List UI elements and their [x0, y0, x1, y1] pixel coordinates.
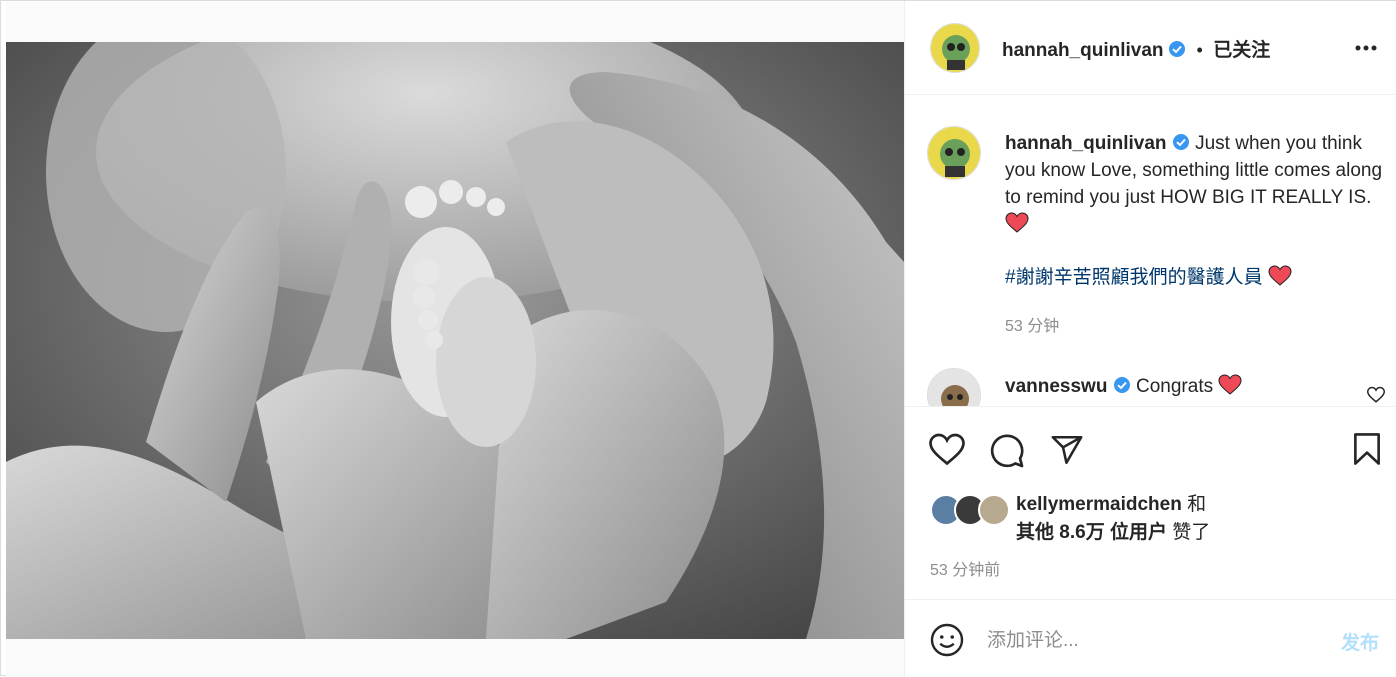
caption-author-username[interactable]: hannah_quinlivan — [1005, 133, 1167, 154]
caption-author-avatar[interactable] — [927, 126, 981, 180]
separator-dot: • — [1196, 40, 1203, 60]
header-author-line: hannah_quinlivan • 已关注 — [1002, 35, 1270, 62]
emoji-icon[interactable] — [929, 622, 965, 658]
send-icon[interactable] — [1049, 433, 1085, 467]
post-comment-button[interactable]: 发布 — [1341, 628, 1379, 655]
post-photo[interactable] — [6, 42, 904, 639]
liker-avatars[interactable] — [930, 494, 1010, 526]
comment-row: vannesswu Congrats — [1005, 374, 1242, 398]
post-timestamp[interactable]: 53 分钟前 — [930, 556, 1000, 580]
comment-like-heart-icon[interactable] — [1366, 386, 1386, 404]
more-horizontal-icon[interactable] — [1353, 35, 1379, 61]
baby-feet-hands-photo — [6, 42, 904, 639]
red-heart-icon — [1218, 374, 1242, 395]
red-heart-icon — [1005, 212, 1029, 233]
verified-badge-icon — [1172, 134, 1189, 150]
commenter-avatar[interactable] — [927, 368, 981, 406]
hashtag-link[interactable]: #謝謝辛苦照顧我們的醫護人員 — [1005, 267, 1263, 288]
verified-badge-icon — [1168, 41, 1185, 57]
post-caption: hannah_quinlivan Just when you think you… — [1005, 130, 1390, 291]
following-button[interactable]: 已关注 — [1213, 40, 1270, 61]
heart-icon[interactable] — [929, 433, 965, 467]
comment-text: Congrats — [1136, 376, 1214, 397]
bookmark-icon[interactable] — [1351, 431, 1383, 467]
liker-username[interactable]: kellymermaidchen — [1016, 494, 1182, 515]
caption-hashtag-line: #謝謝辛苦照顧我們的醫護人員 — [1005, 264, 1390, 291]
likes-and: 和 — [1187, 494, 1207, 515]
post-header: hannah_quinlivan • 已关注 — [905, 1, 1396, 95]
liker-avatar — [978, 494, 1010, 526]
commenter-username[interactable]: vannesswu — [1005, 376, 1107, 397]
caption-timestamp[interactable]: 53 分钟 — [1005, 312, 1059, 336]
author-username[interactable]: hannah_quinlivan — [1002, 40, 1164, 61]
verified-badge-icon — [1113, 377, 1130, 393]
comments-section[interactable]: hannah_quinlivan Just when you think you… — [905, 96, 1396, 407]
comment-input[interactable] — [987, 626, 1307, 656]
post-side-panel: hannah_quinlivan • 已关注 hannah_quinlivan … — [904, 1, 1396, 677]
likes-count[interactable]: 其他 8.6万 位用户 — [1016, 522, 1167, 543]
author-avatar[interactable] — [930, 23, 980, 73]
post-media — [6, 1, 904, 677]
likes-suffix: 赞了 — [1172, 522, 1211, 543]
red-heart-icon — [1268, 265, 1292, 286]
action-bar — [905, 421, 1396, 477]
add-comment-bar: 发布 — [905, 599, 1396, 677]
likes-text: kellymermaidchen 和 其他 8.6万 位用户 赞了 — [1016, 491, 1210, 547]
post-dialog: hannah_quinlivan • 已关注 hannah_quinlivan … — [0, 0, 1396, 677]
comment-icon[interactable] — [989, 433, 1025, 469]
